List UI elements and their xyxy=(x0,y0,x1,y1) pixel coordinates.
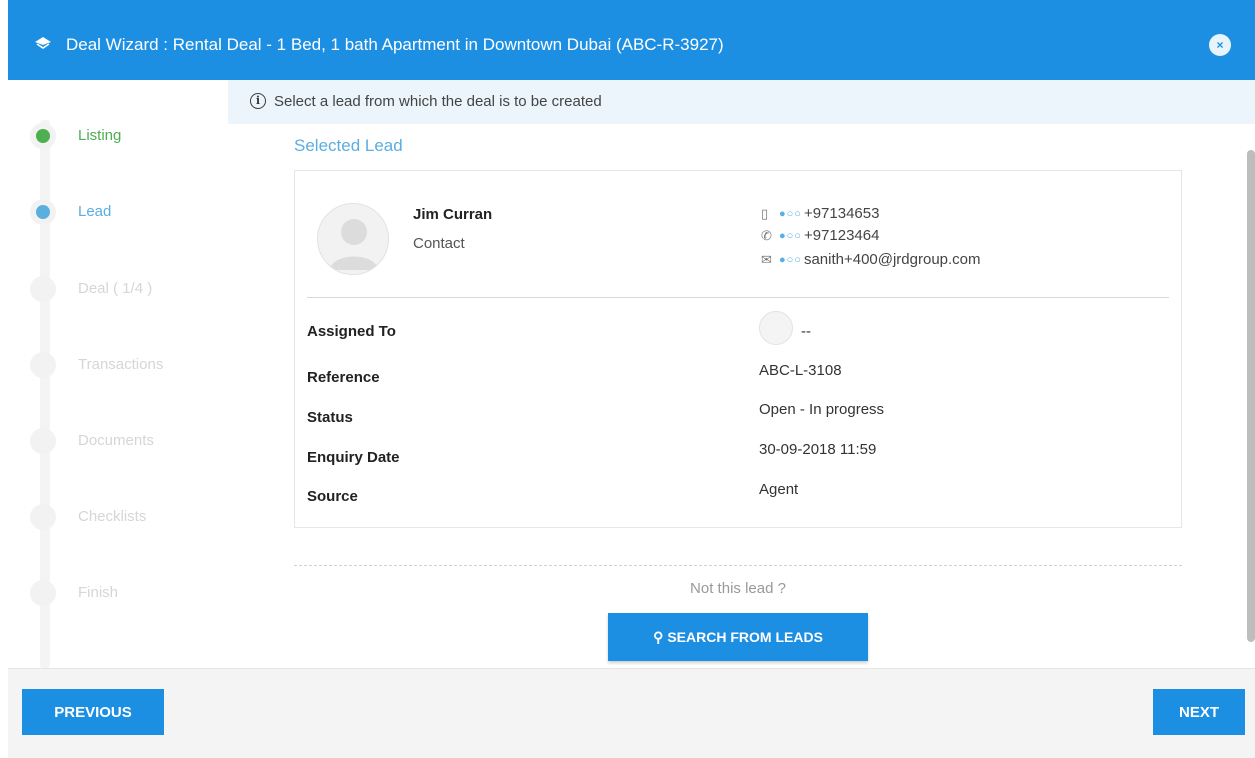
email-icon: ✉ xyxy=(761,252,772,267)
step-documents: Documents xyxy=(28,426,218,456)
not-this-lead-text: Not this lead ? xyxy=(690,580,786,597)
mobile-row: ▯ ●○○ +97134653 xyxy=(761,205,879,222)
status-label: Status xyxy=(307,409,353,426)
source-value: Agent xyxy=(759,481,799,498)
scrollbar[interactable] xyxy=(1247,150,1255,642)
assigned-to-label: Assigned To xyxy=(307,323,396,340)
step-label: Documents xyxy=(78,432,154,449)
reference-value: ABC-L-3108 xyxy=(759,362,842,379)
step-label: Deal ( 1/4 ) xyxy=(78,280,153,297)
source-label: Source xyxy=(307,488,358,505)
step-indicator xyxy=(30,352,56,378)
step-finish: Finish xyxy=(28,578,218,608)
info-icon: i xyxy=(250,93,266,109)
phone-row: ✆ ●○○ +97123464 xyxy=(761,227,879,244)
step-indicator xyxy=(30,199,56,225)
step-indicator xyxy=(30,276,56,302)
search-icon: ⚲ xyxy=(653,628,664,645)
assignee-avatar xyxy=(759,311,793,345)
search-button-label: SEARCH FROM LEADS xyxy=(667,628,823,645)
avatar xyxy=(317,203,389,275)
privacy-dots-icon: ●○○ xyxy=(779,208,802,220)
step-deal: Deal ( 1/4 ) xyxy=(28,274,218,304)
lead-name[interactable]: Jim Curran xyxy=(413,206,492,223)
wizard-icon xyxy=(35,37,51,49)
user-placeholder-icon xyxy=(330,219,378,270)
next-button[interactable]: NEXT xyxy=(1153,689,1245,735)
dashed-divider xyxy=(294,565,1182,566)
step-indicator xyxy=(30,504,56,530)
privacy-dots-icon: ●○○ xyxy=(779,230,802,242)
step-label: Listing xyxy=(78,127,122,144)
mobile-number[interactable]: +97134653 xyxy=(804,205,880,222)
step-label: Checklists xyxy=(78,508,147,525)
lead-card: Jim Curran Contact ▯ ●○○ +97134653 ✆ ●○○ +97… xyxy=(294,170,1182,528)
main-content: i Select a lead from which the deal is t… xyxy=(228,80,1255,668)
reference-label: Reference xyxy=(307,369,380,386)
email-address[interactable]: sanith+400@jrdgroup.com xyxy=(804,251,981,268)
step-indicator xyxy=(30,580,56,606)
divider xyxy=(307,297,1169,298)
dialog-footer: PREVIOUS NEXT xyxy=(8,668,1255,758)
step-label: Finish xyxy=(78,584,119,601)
enquiry-date-value: 30-09-2018 11:59 xyxy=(759,441,877,458)
step-checklists: Checklists xyxy=(28,502,218,532)
dialog-title: Deal Wizard : Rental Deal - 1 Bed, 1 bat… xyxy=(66,35,724,54)
email-row: ✉ ●○○ sanith+400@jrdgroup.com xyxy=(761,251,981,268)
dialog-header: Deal Wizard : Rental Deal - 1 Bed, 1 bat… xyxy=(8,0,1255,80)
phone-icon: ✆ xyxy=(761,228,772,243)
step-label: Transactions xyxy=(78,356,164,373)
privacy-dots-icon: ●○○ xyxy=(779,254,802,266)
step-transactions: Transactions xyxy=(28,350,218,380)
search-from-leads-button[interactable]: ⚲ SEARCH FROM LEADS xyxy=(608,613,868,661)
wizard-steps-sidebar: Listing Lead Deal ( 1/4 ) Transactions D… xyxy=(8,80,228,668)
enquiry-date-label: Enquiry Date xyxy=(307,449,400,466)
section-title: Selected Lead xyxy=(294,136,403,155)
mobile-icon: ▯ xyxy=(761,206,769,221)
step-indicator xyxy=(30,428,56,454)
step-indicator xyxy=(30,123,56,149)
assigned-to-value: -- xyxy=(801,323,811,340)
info-text: Select a lead from which the deal is to … xyxy=(274,93,602,110)
close-button[interactable]: × xyxy=(1209,34,1231,56)
info-banner: i Select a lead from which the deal is t… xyxy=(228,80,1255,124)
step-listing[interactable]: Listing xyxy=(28,121,218,151)
step-label: Lead xyxy=(78,203,112,220)
lead-type: Contact xyxy=(413,235,465,252)
status-value: Open - In progress xyxy=(759,401,885,418)
phone-number[interactable]: +97123464 xyxy=(804,227,880,244)
deal-wizard-dialog: Deal Wizard : Rental Deal - 1 Bed, 1 bat… xyxy=(8,0,1255,758)
step-lead[interactable]: Lead xyxy=(28,197,218,227)
previous-button[interactable]: PREVIOUS xyxy=(22,689,164,735)
